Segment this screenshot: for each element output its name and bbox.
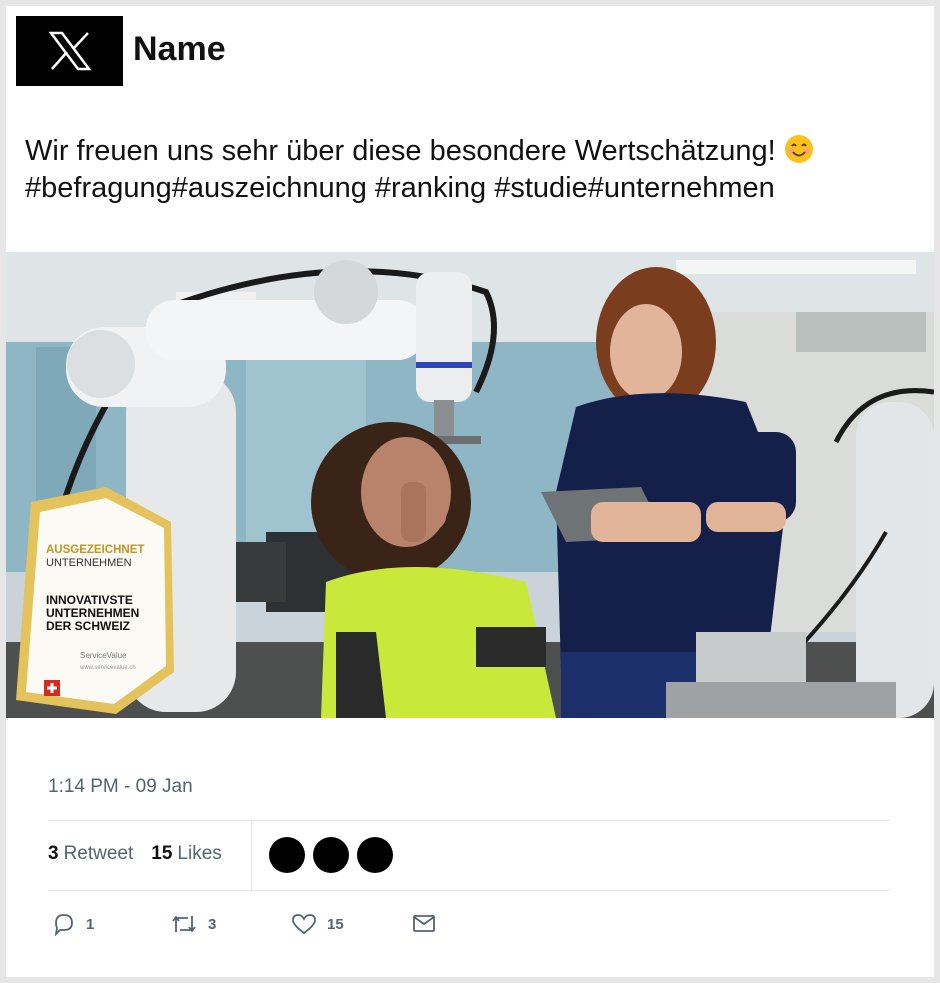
retweet-action-count: 3 [208, 915, 217, 933]
divider [48, 820, 890, 821]
retweet-icon [172, 915, 196, 933]
badge-line-2: UNTERNEHMEN [46, 557, 132, 569]
avatar[interactable] [313, 837, 349, 873]
account-name[interactable]: Name [133, 30, 226, 69]
reply-icon [54, 914, 73, 936]
mail-icon [413, 915, 435, 932]
likes-stat-label: Likes [177, 843, 222, 864]
retweet-stat-label: Retweet [63, 843, 134, 864]
avatar[interactable] [269, 837, 305, 873]
retweet-button[interactable]: 3 [170, 912, 216, 936]
award-badge-text: AUSGEZEICHNET UNTERNEHMEN INNOVATIVSTE U… [46, 544, 166, 675]
badge-line-1: AUSGEZEICHNET [46, 544, 145, 556]
heart-icon [292, 914, 316, 935]
tweet-hashtags[interactable]: #befragung#auszeichnung #ranking #studie… [25, 172, 775, 204]
divider [48, 890, 890, 891]
likes-stat[interactable]: 15 Likes [151, 843, 222, 865]
like-button[interactable]: 15 [291, 912, 344, 936]
avatar[interactable] [357, 837, 393, 873]
tweet-line-1: Wir freuen uns sehr über diese besondere… [25, 135, 776, 167]
badge-url: www.servicevalue.ch [80, 665, 136, 671]
likes-stat-count: 15 [151, 843, 173, 864]
x-logo[interactable] [16, 16, 123, 86]
smiling-face-emoji [784, 135, 813, 163]
engagement-stats: 3 Retweet 15 Likes [48, 843, 222, 865]
badge-title-3: DER SCHWEIZ [46, 619, 130, 633]
x-logo-icon [48, 31, 91, 71]
like-action-count: 15 [327, 915, 344, 933]
share-button[interactable] [412, 912, 436, 934]
retweet-stat-count: 3 [48, 843, 59, 864]
tweet-timestamp[interactable]: 1:14 PM - 09 Jan [48, 776, 193, 798]
retweet-stat[interactable]: 3 Retweet [48, 843, 133, 865]
reply-button[interactable]: 1 [52, 912, 94, 936]
badge-brand: ServiceValue [80, 651, 127, 660]
reply-count: 1 [86, 915, 95, 933]
tweet-media-image[interactable]: AUSGEZEICHNET UNTERNEHMEN INNOVATIVSTE U… [6, 252, 934, 718]
tweet-text: Wir freuen uns sehr über diese besondere… [25, 133, 905, 207]
stats-divider [251, 820, 252, 890]
tweet-card: Name Wir freuen uns sehr über diese beso… [6, 6, 934, 977]
liker-avatars[interactable] [269, 837, 393, 873]
